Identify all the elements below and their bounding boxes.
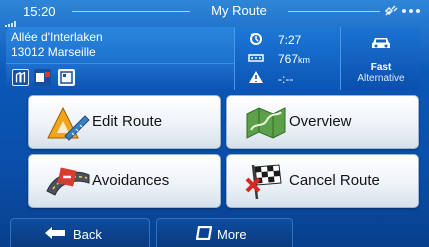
destination-address[interactable]: Allée d'Interlaken 13012 Marseille — [6, 27, 234, 90]
route-stats[interactable]: 7:27 767km -:-- — [234, 27, 340, 90]
more-label: More — [217, 227, 247, 242]
dots-icon[interactable] — [400, 4, 426, 18]
my-route-screen: 15:20 My Route Allée d'Interlaken 13012 … — [0, 0, 429, 247]
left-arrow-icon — [44, 226, 66, 240]
status-bar: 15:20 My Route — [0, 0, 429, 27]
arrival-time: 7:27 — [278, 33, 302, 47]
building-icon — [58, 69, 75, 86]
title-rule-right — [288, 11, 380, 12]
avoidances-label: Avoidances — [92, 172, 170, 189]
more-button[interactable]: More — [156, 218, 293, 247]
route-mode-label: Fast — [370, 62, 392, 73]
checkered-flag-icon — [243, 161, 289, 201]
car-icon — [370, 35, 392, 51]
back-label: Back — [73, 227, 102, 242]
address-street: Allée d'Interlaken — [11, 30, 103, 44]
clock-time: 15:20 — [23, 4, 56, 19]
arrival-flag-icon — [248, 32, 264, 46]
distance-value: 767 — [278, 52, 299, 66]
avoidances-button[interactable]: Avoidances — [28, 154, 221, 208]
distance-icon — [248, 51, 264, 65]
edit-route-button[interactable]: Edit Route — [28, 95, 221, 149]
distance-unit: km — [298, 55, 311, 65]
page-title: My Route — [211, 3, 267, 18]
parking-icon — [12, 69, 29, 86]
route-mode-button[interactable]: Fast Alternative — [340, 27, 420, 90]
train-icon — [34, 69, 51, 86]
distance: 767km — [278, 52, 310, 66]
ruler-triangle-icon — [45, 102, 91, 142]
bottom-bar: Back More — [0, 214, 429, 247]
map-icon — [243, 102, 289, 142]
more-menu-icon — [195, 225, 213, 241]
overview-label: Overview — [289, 113, 352, 130]
overview-button[interactable]: Overview — [226, 95, 419, 149]
cancel-route-label: Cancel Route — [289, 172, 380, 189]
address-city: 13012 Marseille — [11, 45, 96, 59]
edit-route-label: Edit Route — [92, 113, 163, 130]
title-rule-left — [72, 11, 190, 12]
route-mode-sublabel: Alternative — [357, 73, 405, 84]
signal-icon — [5, 9, 17, 27]
satellite-icon[interactable] — [384, 5, 398, 20]
back-button[interactable]: Back — [10, 218, 150, 247]
cancel-route-button[interactable]: Cancel Route — [226, 154, 419, 208]
poi-strip — [6, 63, 234, 90]
warning-triangle-icon — [248, 70, 264, 84]
road-avoid-icon — [45, 161, 91, 201]
route-info-panel[interactable]: Allée d'Interlaken 13012 Marseille 7:27 — [6, 27, 420, 90]
remaining-time: -:-- — [278, 72, 294, 86]
